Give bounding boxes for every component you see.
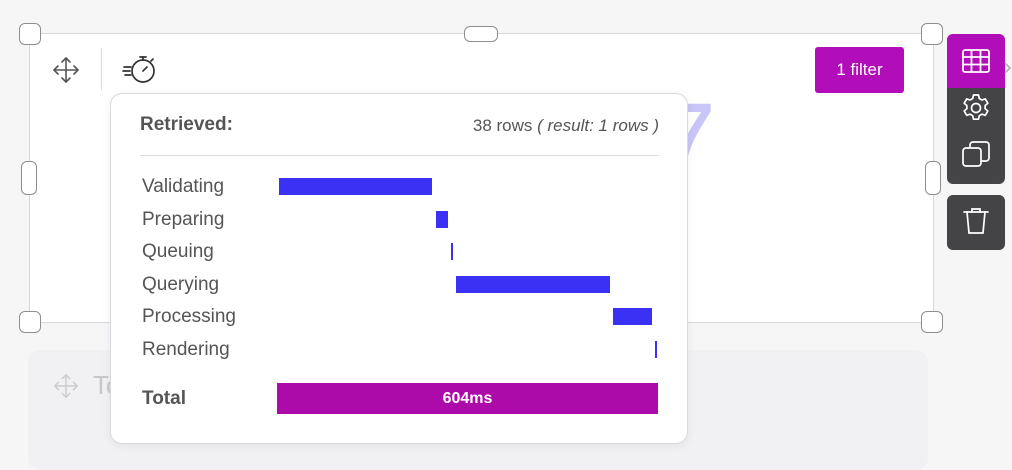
duplicate-icon[interactable] [960, 138, 992, 170]
stage-bar-preparing [436, 210, 449, 228]
resize-handle-bottom-left[interactable] [19, 311, 41, 333]
trash-icon[interactable] [960, 205, 992, 237]
stage-bar-querying [455, 275, 610, 293]
resize-handle-left[interactable] [21, 161, 37, 195]
stage-label-preparing: Preparing [142, 208, 225, 230]
resize-handle-top-right[interactable] [921, 23, 943, 45]
stage-bar-queuing [451, 243, 453, 260]
resize-handle-top[interactable] [464, 26, 498, 42]
resize-handle-bottom-right[interactable] [921, 311, 943, 333]
resize-handle-top-left[interactable] [19, 23, 41, 45]
stage-label-queuing: Queuing [142, 241, 214, 262]
total-bar: 604ms [277, 383, 658, 414]
move-icon[interactable] [51, 55, 81, 85]
stage-label-rendering: Rendering [142, 338, 230, 360]
toolbar-divider [101, 48, 102, 90]
stage-bar-validating [279, 178, 433, 195]
stage-bar-processing [613, 308, 652, 325]
popover-title: Retrieved: [140, 114, 233, 135]
rows-count: 38 rows [472, 116, 533, 135]
filter-button[interactable]: 1 filter [815, 47, 904, 93]
stage-label-validating: Validating [142, 176, 225, 197]
popover-separator [140, 155, 659, 156]
rows-summary: 38 rows ( result: 1 rows ) [473, 116, 659, 136]
stage-bar-rendering [655, 340, 658, 358]
stage-label-querying: Querying [142, 273, 220, 295]
gear-icon[interactable] [960, 92, 992, 124]
result-count: ( result: 1 rows ) [537, 116, 659, 135]
stage-label-processing: Processing [142, 306, 236, 327]
stopwatch-icon[interactable] [122, 54, 158, 86]
chevron-right-icon[interactable] [1003, 60, 1012, 76]
move-icon [54, 374, 78, 398]
resize-handle-right[interactable] [925, 161, 941, 195]
total-label: Total [142, 388, 186, 409]
table-grid-icon[interactable] [960, 45, 992, 77]
